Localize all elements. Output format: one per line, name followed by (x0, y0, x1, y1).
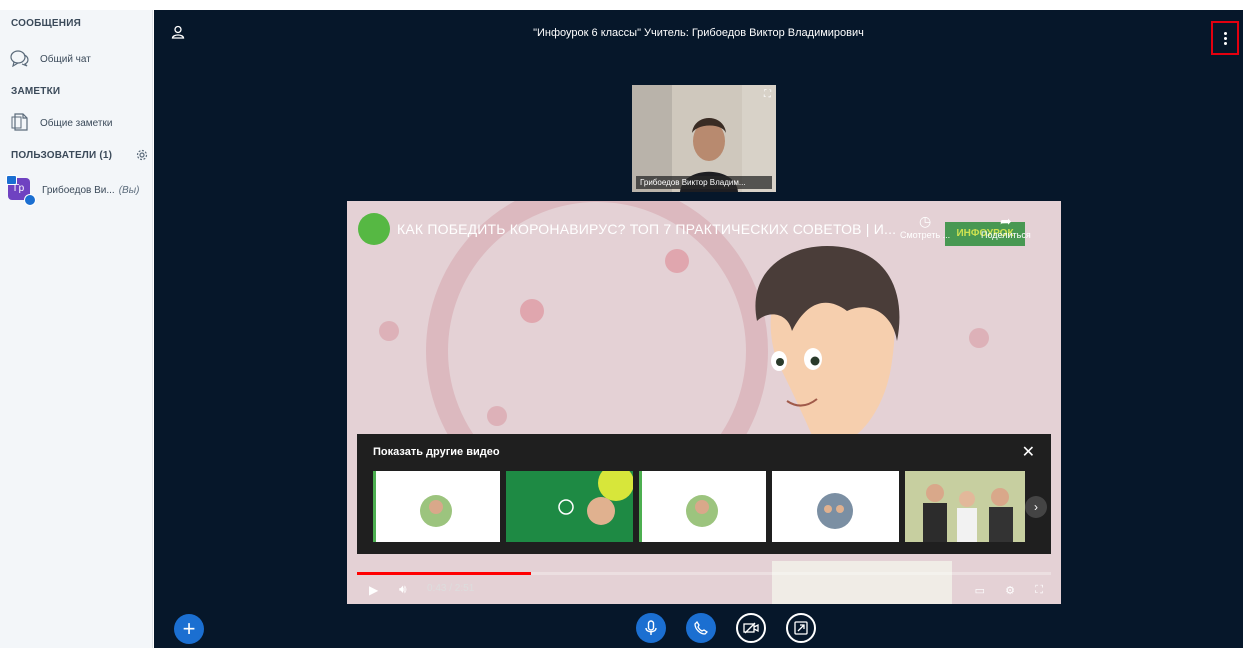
user-list-item[interactable]: Гр Грибоедов Ви... (Вы) (6, 175, 140, 206)
more-videos-panel: Показать другие видео ✕ › (357, 434, 1051, 554)
video-progress-bar[interactable] (357, 572, 1051, 575)
screen-share-off-button[interactable] (786, 613, 816, 643)
microphone-icon (645, 620, 657, 635)
options-button[interactable] (1211, 21, 1239, 55)
play-icon[interactable]: ▶ (369, 583, 378, 597)
you-tag: (Вы) (118, 184, 140, 196)
share-label: Поделиться (981, 230, 1031, 240)
sidebar: СООБЩЕНИЯ Общий чат ЗАМЕТКИ Общие заметк… (0, 10, 153, 648)
subtitles-icon[interactable]: ▭ (975, 584, 985, 597)
shared-notes-item[interactable]: Общие заметки (10, 111, 112, 135)
settings-icon[interactable]: ⚙ (1005, 584, 1015, 597)
webcam-user-name: Грибоедов Виктор Владим... (636, 176, 772, 189)
meeting-title: "Инфоурок 6 классы" Учитель: Грибоедов В… (533, 27, 864, 39)
users-header: ПОЛЬЗОВАТЕЛИ (1) (11, 150, 113, 161)
fullscreen-icon[interactable]: ⛶ (764, 89, 771, 100)
screen-share-off-icon (794, 621, 808, 635)
video-progress-fill (357, 572, 532, 575)
phone-button[interactable] (686, 613, 716, 643)
presenter-badge-icon (24, 194, 36, 206)
user-name: Грибоедов Ви... (42, 184, 115, 196)
presenter-icon (6, 175, 17, 185)
document-icon (10, 112, 40, 135)
external-video-player[interactable]: КАК ПОБЕДИТЬ КОРОНАВИРУС? ТОП 7 ПРАКТИЧЕ… (347, 201, 1061, 604)
video-title[interactable]: КАК ПОБЕДИТЬ КОРОНАВИРУС? ТОП 7 ПРАКТИЧЕ… (397, 221, 896, 237)
video-thumbnail-2[interactable] (506, 471, 633, 542)
channel-avatar[interactable] (358, 213, 390, 245)
avatar: Гр (6, 175, 36, 206)
phone-icon (694, 621, 708, 635)
camera-off-icon (743, 622, 759, 634)
watch-later-label: Смотреть ... (900, 230, 951, 240)
video-thumbnail-1[interactable] (373, 471, 500, 542)
messages-header: СООБЩЕНИЯ (11, 18, 81, 29)
clock-icon: ◷ (918, 213, 932, 229)
webcam-tile[interactable]: ⛶ Грибоедов Виктор Владим... (632, 85, 776, 192)
main-area: "Инфоурок 6 классы" Учитель: Грибоедов В… (154, 10, 1243, 648)
chat-bubble-icon (10, 49, 40, 70)
add-actions-button[interactable]: + (174, 614, 204, 644)
shared-notes-label: Общие заметки (40, 117, 113, 129)
public-chat-item[interactable]: Общий чат (10, 47, 91, 71)
camera-off-button[interactable] (736, 613, 766, 643)
watch-later-button[interactable]: ◷ Смотреть ... (900, 213, 950, 240)
notes-header: ЗАМЕТКИ (11, 86, 61, 97)
chevron-right-icon[interactable]: › (1025, 496, 1047, 518)
fullscreen-icon[interactable]: ⛶ (1035, 584, 1043, 597)
public-chat-label: Общий чат (40, 53, 91, 65)
video-thumbnail-3[interactable] (639, 471, 766, 542)
gear-icon[interactable] (136, 148, 148, 166)
close-icon[interactable]: ✕ (1022, 442, 1035, 462)
more-videos-title: Показать другие видео (373, 446, 500, 458)
video-thumbnail-4[interactable] (772, 471, 899, 542)
video-time: 0:43 / 2:51 (427, 583, 475, 594)
volume-icon[interactable]: 🔊︎ (399, 582, 407, 597)
share-button[interactable]: ➦ Поделиться (981, 213, 1031, 240)
microphone-button[interactable] (636, 613, 666, 643)
media-controls (636, 613, 816, 643)
share-icon: ➦ (999, 213, 1012, 229)
video-thumbnail-5[interactable] (905, 471, 1025, 542)
